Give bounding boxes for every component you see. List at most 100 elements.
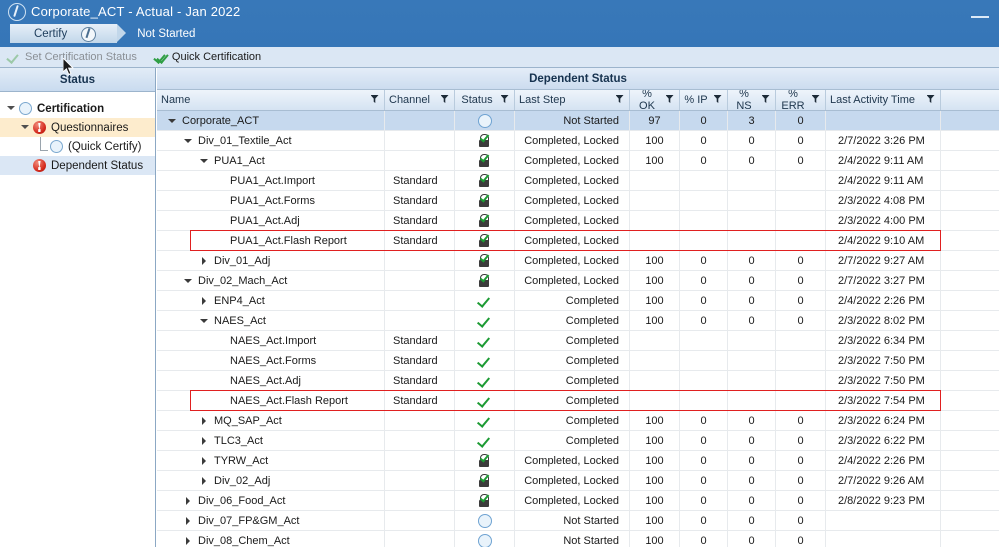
cell-last_activity bbox=[826, 111, 941, 130]
table-row[interactable]: MQ_SAP_Act Completed 100 0 0 0 2/3/2022 6:24 P… bbox=[157, 411, 999, 431]
cell-last_step: Completed, Locked bbox=[515, 491, 630, 510]
cell-filler bbox=[941, 451, 999, 470]
row-name-label: PUA1_Act.Forms bbox=[230, 194, 315, 207]
column-header-pct_err[interactable]: % ERR bbox=[776, 90, 826, 110]
table-row[interactable]: Div_01_Textile_Act Completed, Locked 100 0 0… bbox=[157, 131, 999, 151]
table-row[interactable]: NAES_Act.Flash Report Standard Completed 2/… bbox=[157, 391, 999, 411]
chevron-right-icon[interactable] bbox=[199, 435, 211, 447]
cell-text: 2/3/2022 6:24 PM bbox=[838, 414, 925, 427]
chevron-right-icon[interactable] bbox=[183, 515, 195, 527]
sidebar-item-certification[interactable]: Certification bbox=[0, 99, 155, 118]
cell-status bbox=[455, 451, 515, 470]
certify-breadcrumb-button[interactable]: Certify bbox=[10, 24, 127, 43]
quick-certification-button[interactable]: Quick Certification bbox=[147, 47, 271, 67]
cell-text: 2/7/2022 3:26 PM bbox=[838, 134, 925, 147]
cell-filler bbox=[941, 311, 999, 330]
table-row[interactable]: Div_02_Mach_Act Completed, Locked 100 0 0 0 2/… bbox=[157, 271, 999, 291]
cell-pct_ip bbox=[680, 211, 728, 230]
filter-icon[interactable] bbox=[712, 95, 723, 105]
row-name-label: Corporate_ACT bbox=[182, 114, 260, 127]
cell-name: TYRW_Act bbox=[157, 451, 385, 470]
column-header-status[interactable]: Status bbox=[455, 90, 515, 110]
row-name-label: TYRW_Act bbox=[214, 454, 269, 467]
cell-text: 2/4/2022 2:26 PM bbox=[838, 454, 925, 467]
chevron-down-icon[interactable] bbox=[199, 315, 211, 327]
table-row[interactable]: Div_01_Adj Completed, Locked 100 0 0 0 2/7/202… bbox=[157, 251, 999, 271]
cell-last_step: Completed bbox=[515, 311, 630, 330]
table-row[interactable]: Div_08_Chem_Act Not Started 100 0 0 0 bbox=[157, 531, 999, 547]
chevron-right-icon[interactable] bbox=[183, 535, 195, 547]
cell-pct_ok: 100 bbox=[630, 131, 680, 150]
filter-icon[interactable] bbox=[614, 95, 625, 105]
table-row[interactable]: NAES_Act Completed 100 0 0 0 2/3/2022 8:02 PM bbox=[157, 311, 999, 331]
cell-last_step: Completed, Locked bbox=[515, 211, 630, 230]
table-row[interactable]: TLC3_Act Completed 100 0 0 0 2/3/2022 6:22 PM bbox=[157, 431, 999, 451]
cell-last_step: Completed, Locked bbox=[515, 131, 630, 150]
filter-icon[interactable] bbox=[810, 95, 821, 105]
cell-channel bbox=[385, 251, 455, 270]
table-row[interactable]: ENP4_Act Completed 100 0 0 0 2/4/2022 2:26 PM bbox=[157, 291, 999, 311]
cell-pct_ip bbox=[680, 351, 728, 370]
chevron-down-icon[interactable] bbox=[183, 275, 195, 287]
table-row[interactable]: PUA1_Act Completed, Locked 100 0 0 0 2/4/2022 … bbox=[157, 151, 999, 171]
table-row[interactable]: NAES_Act.Adj Standard Completed 2/3/2022 7:… bbox=[157, 371, 999, 391]
column-header-channel[interactable]: Channel bbox=[385, 90, 455, 110]
column-header-pct_ok[interactable]: % OK bbox=[630, 90, 680, 110]
table-row[interactable]: Div_06_Food_Act Completed, Locked 100 0 0 0 2/… bbox=[157, 491, 999, 511]
cell-pct_err: 0 bbox=[776, 451, 826, 470]
table-row[interactable]: Div_07_FP&GM_Act Not Started 100 0 0 0 bbox=[157, 511, 999, 531]
column-header-name[interactable]: Name bbox=[157, 90, 385, 110]
table-row[interactable]: PUA1_Act.Forms Standard Completed, Locked 2… bbox=[157, 191, 999, 211]
cell-pct_ok: 100 bbox=[630, 471, 680, 490]
chevron-right-icon[interactable] bbox=[199, 295, 211, 307]
table-row[interactable]: PUA1_Act.Import Standard Completed, Locked… bbox=[157, 171, 999, 191]
sidebar-item-questionnaires[interactable]: Questionnaires bbox=[0, 118, 155, 137]
chevron-right-icon[interactable] bbox=[183, 495, 195, 507]
sidebar-item-quick-certify[interactable]: (Quick Certify) bbox=[0, 137, 155, 156]
cell-filler bbox=[941, 411, 999, 430]
cell-text: 0 bbox=[700, 534, 707, 547]
column-header-pct_ns[interactable]: % NS bbox=[728, 90, 776, 110]
table-row[interactable]: PUA1_Act.Adj Standard Completed, Locked 2/3… bbox=[157, 211, 999, 231]
minimize-icon[interactable] bbox=[965, 8, 995, 26]
filter-icon[interactable] bbox=[925, 95, 936, 105]
table-row[interactable]: Corporate_ACT Not Started 97 0 3 0 bbox=[157, 111, 999, 131]
cell-text: Standard bbox=[393, 194, 438, 207]
sidebar-item-dependent-status[interactable]: Dependent Status bbox=[0, 156, 155, 175]
table-row[interactable]: NAES_Act.Import Standard Completed 2/3/2022… bbox=[157, 331, 999, 351]
column-header-label: Status bbox=[461, 94, 493, 106]
cell-pct_ok bbox=[630, 331, 680, 350]
chevron-down-icon[interactable] bbox=[6, 103, 17, 114]
cell-text: Standard bbox=[393, 334, 438, 347]
table-row[interactable]: TYRW_Act Completed, Locked 100 0 0 0 2/4/2022 … bbox=[157, 451, 999, 471]
chevron-down-icon[interactable] bbox=[20, 122, 31, 133]
chevron-right-icon[interactable] bbox=[199, 455, 211, 467]
filter-icon[interactable] bbox=[499, 95, 510, 105]
set-certification-status-button[interactable]: Set Certification Status bbox=[0, 47, 147, 67]
lock-check-mark bbox=[479, 491, 490, 503]
cell-name: Div_06_Food_Act bbox=[157, 491, 385, 510]
table-row[interactable]: NAES_Act.Forms Standard Completed 2/3/2022 … bbox=[157, 351, 999, 371]
filter-icon[interactable] bbox=[369, 95, 380, 105]
lock-check-mark bbox=[479, 451, 490, 463]
filter-icon[interactable] bbox=[760, 95, 771, 105]
chevron-down-icon[interactable] bbox=[167, 115, 179, 127]
table-row[interactable]: PUA1_Act.Flash Report Standard Completed, … bbox=[157, 231, 999, 251]
column-header-last_step[interactable]: Last Step bbox=[515, 90, 630, 110]
cell-text: 100 bbox=[645, 434, 664, 447]
grid-body[interactable]: Corporate_ACT Not Started 97 0 3 0 Div_01_Text… bbox=[157, 111, 999, 547]
cell-text: Not Started bbox=[563, 114, 619, 127]
chevron-right-icon[interactable] bbox=[199, 415, 211, 427]
table-row[interactable]: Div_02_Adj Completed, Locked 100 0 0 0 2/7/202… bbox=[157, 471, 999, 491]
chevron-right-icon[interactable] bbox=[199, 475, 211, 487]
chevron-down-icon[interactable] bbox=[199, 155, 211, 167]
chevron-down-icon[interactable] bbox=[183, 135, 195, 147]
cell-pct_ns: 0 bbox=[728, 311, 776, 330]
chevron-right-icon[interactable] bbox=[199, 255, 211, 267]
column-header-last_activity[interactable]: Last Activity Time bbox=[826, 90, 941, 110]
cell-pct_ip: 0 bbox=[680, 531, 728, 547]
filter-icon[interactable] bbox=[664, 95, 675, 105]
cell-status bbox=[455, 371, 515, 390]
filter-icon[interactable] bbox=[439, 95, 450, 105]
column-header-pct_ip[interactable]: % IP bbox=[680, 90, 728, 110]
